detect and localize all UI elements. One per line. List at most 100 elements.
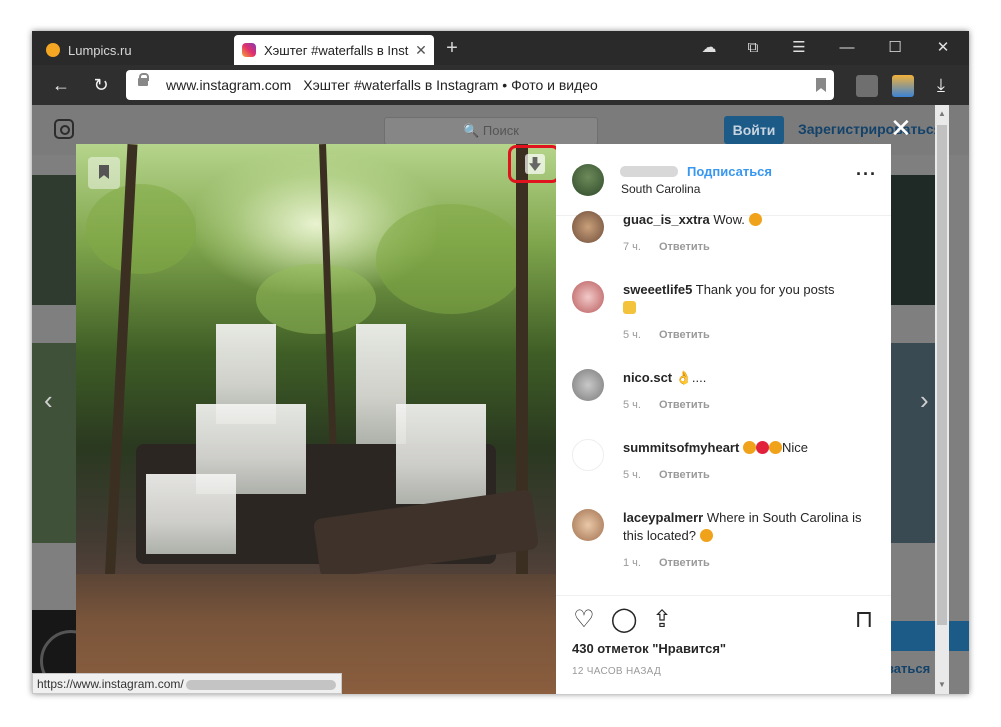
post-actions: ♡ ◯ ⇪ ⊓ 430 отметок "Нравится" 12 ЧАСОВ … [556, 595, 891, 694]
address-bar[interactable]: www.instagram.com Хэштег #waterfalls в In… [126, 70, 834, 100]
share-icon[interactable]: ⇪ [648, 606, 676, 634]
reply-button[interactable]: Ответить [659, 399, 710, 411]
red-heart-emoji-icon [755, 441, 769, 454]
collections-icon[interactable]: ⧉ [738, 37, 768, 59]
author-avatar[interactable] [572, 164, 604, 196]
tab-label: Хэштег #waterfalls в Inst [264, 42, 409, 58]
scrollbar-thumb[interactable] [937, 125, 947, 625]
comment-time: 5 ч. [623, 469, 641, 481]
comment-meta: 5 ч. Ответить [623, 469, 710, 481]
reload-icon[interactable]: ↻ [88, 73, 114, 97]
back-icon[interactable]: ← [48, 73, 74, 97]
navigation-bar: ← ↻ www.instagram.com Хэштег #waterfalls … [32, 65, 969, 105]
browser-window: Lumpics.ru Хэштег #waterfalls в Inst ✕ +… [32, 31, 969, 694]
url-domain: www.instagram.com [166, 77, 292, 93]
bookmark-icon[interactable] [816, 78, 826, 92]
instagram-favicon-icon [242, 43, 256, 57]
minimize-button[interactable]: — [832, 37, 862, 59]
search-input[interactable]: 🔍 Поиск [384, 117, 598, 145]
comment-icon[interactable]: ◯ [610, 606, 638, 634]
close-modal-icon[interactable]: ✕ [890, 113, 912, 144]
commenter-avatar[interactable] [572, 439, 604, 471]
commenter-avatar[interactable] [572, 211, 604, 243]
reply-button[interactable]: Ответить [659, 557, 710, 569]
comment-meta: 1 ч. Ответить [623, 557, 710, 569]
post-location[interactable]: South Carolina [621, 182, 700, 196]
background-thumbnail [32, 175, 76, 305]
status-bar: https://www.instagram.com/ [32, 673, 342, 694]
page-viewport: 🔍 Поиск Войти Зарегистрироваться оваться… [32, 105, 969, 694]
comment-text: nico.sct 👌.... [623, 369, 873, 387]
chevron-right-icon[interactable]: › [920, 385, 929, 416]
comment-body: Nice [781, 440, 808, 455]
more-options-icon[interactable]: ··· [856, 164, 877, 185]
comment-time: 5 ч. [623, 399, 641, 411]
lumpics-favicon-icon [46, 43, 60, 57]
tab-instagram[interactable]: Хэштег #waterfalls в Inst ✕ [234, 35, 434, 65]
photo-foliage [86, 184, 196, 274]
background-thumbnail [891, 175, 935, 305]
comment-time: 5 ч. [623, 329, 641, 341]
comment-username[interactable]: nico.sct [623, 370, 672, 385]
comment-username[interactable]: summitsofmyheart [623, 440, 739, 455]
background-thumbnail [32, 343, 76, 543]
signup-cta-button[interactable] [878, 621, 969, 651]
follow-button[interactable]: Подписаться [687, 164, 772, 179]
chevron-left-icon[interactable]: ‹ [44, 385, 53, 416]
comment-item: laceypalmerr Where in South Carolina is … [572, 509, 877, 579]
commenter-avatar[interactable] [572, 281, 604, 313]
author-username-blurred[interactable] [620, 166, 678, 177]
reply-button[interactable]: Ответить [659, 469, 710, 481]
comment-text: summitsofmyheart Nice [623, 439, 873, 457]
login-button[interactable]: Войти [724, 116, 784, 144]
raised-hands-emoji-icon [768, 441, 782, 454]
commenter-avatar[interactable] [572, 509, 604, 541]
reply-button[interactable]: Ответить [659, 329, 710, 341]
tab-bar: Lumpics.ru Хэштег #waterfalls в Inst ✕ +… [32, 31, 969, 65]
save-photo-icon[interactable] [88, 157, 120, 189]
likes-count[interactable]: 430 отметок "Нравится" [572, 641, 726, 656]
comment-body: Wow. [713, 212, 745, 227]
tab-close-icon[interactable]: ✕ [412, 42, 430, 59]
reply-button[interactable]: Ответить [659, 241, 710, 253]
extension-hand-icon[interactable] [856, 75, 878, 97]
status-url: https://www.instagram.com/ [37, 677, 184, 691]
comment-meta: 7 ч. Ответить [623, 241, 710, 253]
comment-username[interactable]: sweeetlife5 [623, 282, 692, 297]
raised-hands-emoji-icon [742, 441, 756, 454]
register-link[interactable]: Зарегистрироваться [798, 121, 942, 137]
new-tab-button[interactable]: + [440, 37, 464, 60]
post-photo[interactable] [76, 144, 556, 694]
heart-icon[interactable]: ♡ [570, 606, 598, 634]
star-eyes-emoji-icon [748, 213, 762, 226]
comment-username[interactable]: guac_is_xxtra [623, 212, 710, 227]
highlight-box [508, 145, 556, 183]
tab-lumpics[interactable]: Lumpics.ru [38, 35, 228, 65]
save-icon[interactable]: ⊓ [850, 606, 878, 634]
scroll-up-icon[interactable]: ▲ [937, 109, 947, 119]
scroll-down-icon[interactable]: ▼ [937, 680, 947, 690]
background-thumbnail [891, 343, 935, 543]
instagram-logo-icon [54, 119, 74, 139]
search-placeholder: Поиск [482, 123, 519, 138]
comment-username[interactable]: laceypalmerr [623, 510, 703, 525]
weather-icon[interactable]: ☁ [694, 37, 724, 59]
download-icon[interactable] [525, 154, 545, 174]
close-window-button[interactable]: ✕ [928, 37, 958, 59]
url-page-title: Хэштег #waterfalls в Instagram • Фото и … [303, 77, 598, 93]
post-timestamp: 12 ЧАСОВ НАЗАД [572, 666, 662, 677]
downloads-icon[interactable]: ⤓ [928, 73, 954, 97]
status-url-blurred [185, 679, 336, 690]
comment-item: guac_is_xxtra Wow. 7 ч. Ответить [572, 211, 877, 261]
menu-icon[interactable]: ☰ [784, 37, 814, 59]
photo-waterfall [146, 474, 236, 554]
comment-body: 👌.... [675, 370, 707, 385]
comment-text: guac_is_xxtra Wow. [623, 211, 873, 229]
comment-item: summitsofmyheart Nice 5 ч. Ответить [572, 439, 877, 489]
extension-download-icon[interactable] [892, 75, 914, 97]
maximize-button[interactable]: ☐ [880, 37, 910, 59]
commenter-avatar[interactable] [572, 369, 604, 401]
comments-list: guac_is_xxtra Wow. 7 ч. Ответить sweeetli… [556, 211, 891, 595]
post-side-panel: Подписаться South Carolina ··· guac_is_x… [556, 144, 891, 694]
photo-foliage [376, 204, 526, 314]
